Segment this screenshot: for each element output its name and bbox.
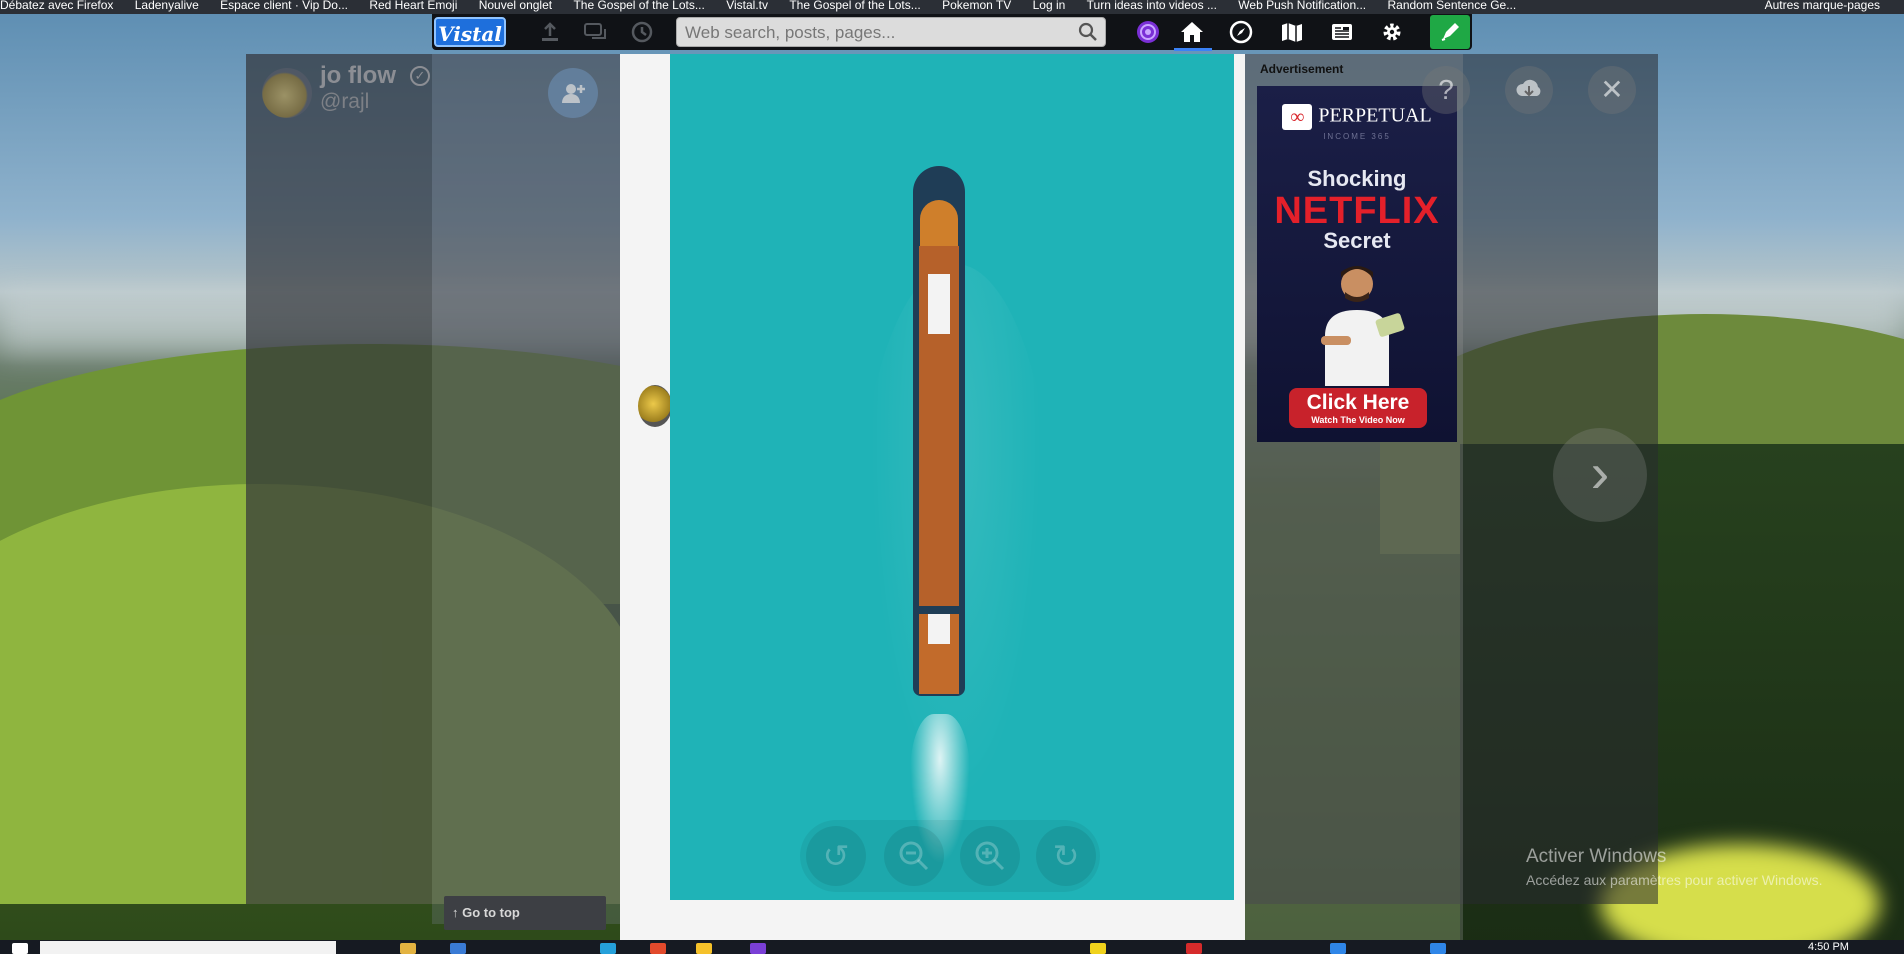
ad-cta-button[interactable]: Click Here Watch The Video Now — [1289, 388, 1427, 428]
app-icon[interactable] — [750, 943, 766, 954]
zoom-out-icon[interactable] — [884, 826, 944, 886]
go-to-top-button[interactable]: ↑ Go to top — [444, 896, 606, 930]
ad-cta-sub: Watch The Video Now — [1311, 415, 1405, 425]
post-author-avatar[interactable] — [638, 385, 672, 427]
close-icon[interactable]: ✕ — [1588, 66, 1636, 114]
next-image-button[interactable]: › — [1553, 428, 1647, 522]
ad-brand-name: PERPETUAL — [1318, 104, 1432, 127]
app-icon[interactable] — [696, 943, 712, 954]
vortex-icon[interactable] — [1132, 16, 1164, 48]
ad-brand-sub: INCOME 365 — [1323, 132, 1391, 141]
app-icon[interactable] — [1090, 943, 1106, 954]
search-box[interactable] — [676, 17, 1106, 47]
avatar[interactable] — [262, 68, 312, 118]
advertisement-banner[interactable]: ∞ PERPETUAL INCOME 365 Shocking NETFLIX S… — [1257, 86, 1457, 442]
ad-cta-label: Click Here — [1306, 391, 1410, 414]
home-icon[interactable] — [1176, 16, 1208, 48]
verified-icon: ✓ — [410, 66, 430, 86]
rotate-right-icon[interactable]: ↻ — [1036, 826, 1096, 886]
bookmark-item[interactable]: Débatez avec Firefox — [0, 0, 113, 11]
bookmark-item[interactable]: Nouvel onglet — [479, 0, 552, 11]
app-icon[interactable] — [1186, 943, 1202, 954]
bookmark-item[interactable]: Red Heart Emoji — [369, 0, 457, 11]
bookmark-item[interactable]: Vistal.tv — [726, 0, 768, 11]
app-icon[interactable] — [450, 943, 466, 954]
activate-sub: Accédez aux paramètres pour activer Wind… — [1526, 872, 1823, 888]
user-handle[interactable]: @rajl — [320, 90, 369, 114]
post-image[interactable] — [670, 54, 1234, 900]
compass-icon[interactable] — [1225, 16, 1257, 48]
sidebar-column — [432, 54, 620, 924]
ship-cabin — [928, 614, 950, 644]
bookmark-item[interactable]: Pokemon TV — [942, 0, 1011, 11]
ad-headline-3: Secret — [1323, 228, 1391, 253]
site-logo[interactable]: Vistal — [434, 17, 506, 47]
bookmark-item[interactable]: Espace client · Vip Do... — [220, 0, 348, 11]
app-icon[interactable] — [600, 943, 616, 954]
ad-headline-2: NETFLIX — [1274, 190, 1440, 232]
news-icon[interactable] — [1326, 16, 1358, 48]
windows-start-icon[interactable] — [12, 943, 28, 954]
taskbar-clock[interactable]: 4:50 PM — [1808, 940, 1849, 954]
ad-brand: ∞ PERPETUAL — [1257, 104, 1457, 130]
taskbar-search[interactable] — [40, 941, 336, 954]
zoom-in-icon[interactable] — [960, 826, 1020, 886]
ad-person-image — [1321, 266, 1405, 386]
bookmark-item[interactable]: Web Push Notification... — [1238, 0, 1366, 11]
activate-title: Activer Windows — [1526, 846, 1667, 867]
windows-activation-watermark: Activer Windows Accédez aux paramètres p… — [1526, 846, 1822, 888]
app-icon[interactable] — [1330, 943, 1346, 954]
bookmark-item[interactable]: Random Sentence Ge... — [1387, 0, 1516, 11]
bookmark-item[interactable]: Log in — [1033, 0, 1066, 11]
user-name[interactable]: jo flow — [320, 62, 396, 90]
search-icon[interactable] — [1077, 21, 1099, 43]
infinity-icon: ∞ — [1282, 104, 1313, 130]
chat-icon[interactable] — [582, 18, 610, 46]
profile-panel — [246, 54, 432, 904]
active-tab-indicator — [1174, 48, 1212, 51]
bookmarks-bar: Débatez avec Firefox Ladenyalive Espace … — [0, 0, 1904, 14]
ad-headline-1: Shocking — [1307, 166, 1407, 191]
app-icon[interactable] — [1430, 943, 1446, 954]
compose-icon[interactable] — [1430, 15, 1470, 49]
add-user-button[interactable] — [548, 68, 598, 118]
app-icon[interactable] — [650, 943, 666, 954]
map-icon[interactable] — [1276, 16, 1308, 48]
gear-icon[interactable] — [1376, 16, 1408, 48]
ship-bow — [920, 200, 958, 246]
rotate-left-icon[interactable]: ↺ — [806, 826, 866, 886]
add-user-icon — [562, 84, 585, 103]
history-icon[interactable] — [628, 18, 656, 46]
upload-icon[interactable] — [536, 18, 564, 46]
bookmark-item[interactable]: Turn ideas into videos ... — [1087, 0, 1217, 11]
download-icon[interactable] — [1505, 66, 1553, 114]
ad-label: Advertisement — [1260, 62, 1344, 76]
folder-icon[interactable] — [400, 943, 416, 954]
bookmark-item[interactable]: Ladenyalive — [135, 0, 199, 11]
ship-cabin — [928, 274, 950, 334]
bookmark-item[interactable]: The Gospel of the Lots... — [789, 0, 920, 11]
other-bookmarks[interactable]: Autres marque-pages — [1765, 0, 1880, 11]
bookmark-item[interactable]: The Gospel of the Lots... — [573, 0, 704, 11]
question-icon[interactable]: ? — [1422, 66, 1470, 114]
search-input[interactable] — [683, 21, 1067, 45]
